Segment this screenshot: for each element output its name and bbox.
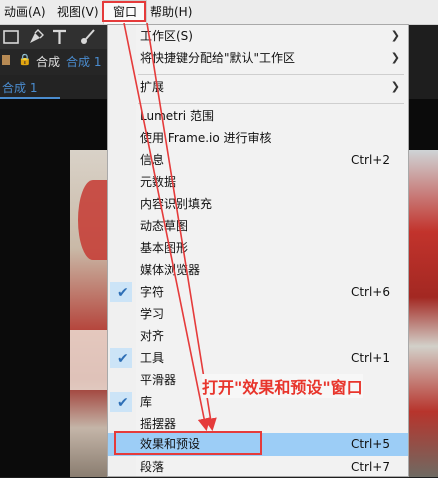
menu-item-label: 字符: [140, 285, 165, 299]
checkmark-icon: ✔: [117, 285, 129, 301]
instruction-annotation: 打开"效果和预设"窗口: [202, 374, 363, 398]
menu-animation[interactable]: 动画(A): [4, 0, 46, 24]
menu-item-motion-sketch[interactable]: 动态草图: [108, 215, 408, 237]
tools-toolbar: [0, 25, 108, 49]
menu-item-label: 媒体浏览器: [140, 263, 201, 277]
menu-item-label: 平滑器: [140, 373, 177, 387]
text-tool-icon[interactable]: [50, 27, 72, 47]
submenu-arrow-icon: ❯: [390, 51, 400, 64]
menu-item-label: 工具: [140, 351, 165, 365]
composition-name[interactable]: 合成 1: [66, 53, 101, 70]
menu-item-metadata[interactable]: 元数据: [108, 171, 408, 193]
menu-help[interactable]: 帮助(H): [150, 0, 192, 24]
menu-item-assign-shortcuts[interactable]: 将快捷键分配给"默认"工作区 ❯: [108, 47, 408, 69]
menu-item-shortcut: Ctrl+5: [350, 437, 390, 451]
menu-item-media-browser[interactable]: 媒体浏览器: [108, 259, 408, 281]
menu-separator: [138, 74, 404, 75]
menu-item-label: 学习: [140, 307, 165, 321]
footage-frame-left: [70, 150, 108, 477]
menu-item-tools[interactable]: ✔ 工具 Ctrl+1: [108, 347, 408, 369]
rectangle-tool-icon[interactable]: [2, 27, 24, 47]
menu-item-shortcut: Ctrl+2: [350, 153, 390, 167]
pen-tool-icon[interactable]: [26, 27, 48, 47]
menu-item-label: 元数据: [140, 175, 177, 189]
menu-item-label: 工作区(S): [140, 29, 193, 43]
checked-indicator: ✔: [110, 392, 132, 412]
menu-item-lumetri-scopes[interactable]: Lumetri 范围: [108, 105, 408, 127]
checked-indicator: ✔: [110, 348, 132, 368]
menu-item-label: 信息: [140, 153, 165, 167]
menu-item-label: 扩展: [140, 80, 165, 94]
menu-window-highlight-box: [102, 1, 146, 22]
menu-item-learn[interactable]: 学习: [108, 303, 408, 325]
lock-icon[interactable]: 🔒: [18, 53, 32, 66]
composition-tab-row: 合成 1: [0, 75, 108, 99]
submenu-arrow-icon: ❯: [390, 29, 400, 42]
submenu-arrow-icon: ❯: [390, 80, 400, 93]
menu-item-frameio-review[interactable]: 使用 Frame.io 进行审核: [108, 127, 408, 149]
menu-item-label: 使用 Frame.io 进行审核: [140, 131, 272, 145]
menu-item-shortcut: Ctrl+6: [350, 285, 390, 299]
composition-tab[interactable]: 合成 1: [2, 79, 37, 96]
menu-item-align[interactable]: 对齐: [108, 325, 408, 347]
menu-item-label: Lumetri 范围: [140, 109, 214, 123]
menu-item-label: 内容识别填充: [140, 197, 213, 211]
menu-item-label: 段落: [140, 460, 165, 474]
menu-item-shortcut: Ctrl+7: [350, 460, 390, 474]
checkmark-icon: ✔: [117, 395, 129, 411]
panel-color-swatch: [2, 55, 10, 65]
footage-frame-right: [409, 150, 438, 477]
checkmark-icon: ✔: [117, 351, 129, 367]
menu-separator: [138, 103, 404, 104]
menu-item-shortcut: Ctrl+1: [350, 351, 390, 365]
menu-item-label: 对齐: [140, 329, 165, 343]
menu-item-info[interactable]: 信息 Ctrl+2: [108, 149, 408, 171]
effects-presets-highlight-box: [114, 431, 262, 455]
brush-tool-icon[interactable]: [78, 27, 100, 47]
menu-bar: 动画(A) 视图(V) 窗口 帮助(H): [0, 0, 438, 25]
composition-panel-title: 合成: [36, 55, 61, 69]
menu-item-label: 动态草图: [140, 219, 189, 233]
menu-item-essential-graphics[interactable]: 基本图形: [108, 237, 408, 259]
menu-item-label: 库: [140, 395, 153, 409]
checked-indicator: ✔: [110, 282, 132, 302]
menu-item-label: 基本图形: [140, 241, 189, 255]
composition-panel-header: 🔒 合成 合成 1: [0, 49, 108, 75]
window-menu-dropdown: 工作区(S) ❯ 将快捷键分配给"默认"工作区 ❯ 扩展 ❯ Lumetri 范…: [107, 24, 409, 477]
menu-item-extensions[interactable]: 扩展 ❯: [108, 76, 408, 98]
menu-item-workspace[interactable]: 工作区(S) ❯: [108, 25, 408, 47]
menu-item-label: 将快捷键分配给"默认"工作区: [140, 51, 296, 65]
menu-item-content-aware-fill[interactable]: 内容识别填充: [108, 193, 408, 215]
menu-item-paragraph[interactable]: 段落 Ctrl+7: [108, 456, 408, 478]
menu-view[interactable]: 视图(V): [57, 0, 99, 24]
menu-item-character[interactable]: ✔ 字符 Ctrl+6: [108, 281, 408, 303]
